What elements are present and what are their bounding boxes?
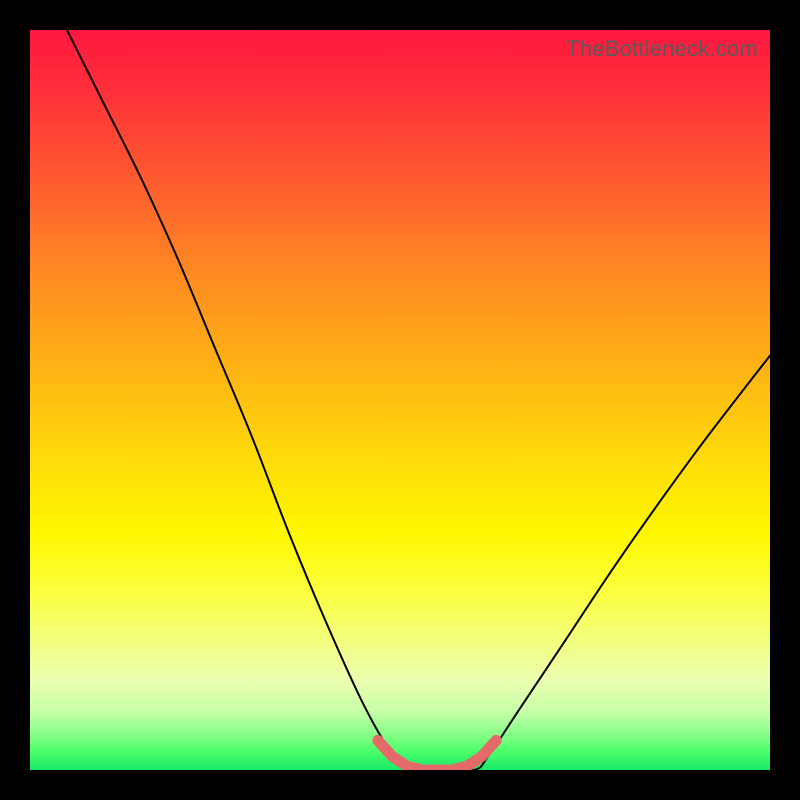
chart-svg bbox=[30, 30, 770, 770]
bottleneck-curve-line bbox=[67, 30, 770, 770]
plot-area: TheBottleneck.com bbox=[30, 30, 770, 770]
chart-frame: TheBottleneck.com bbox=[0, 0, 800, 800]
bottleneck-highlight-line bbox=[378, 740, 496, 770]
